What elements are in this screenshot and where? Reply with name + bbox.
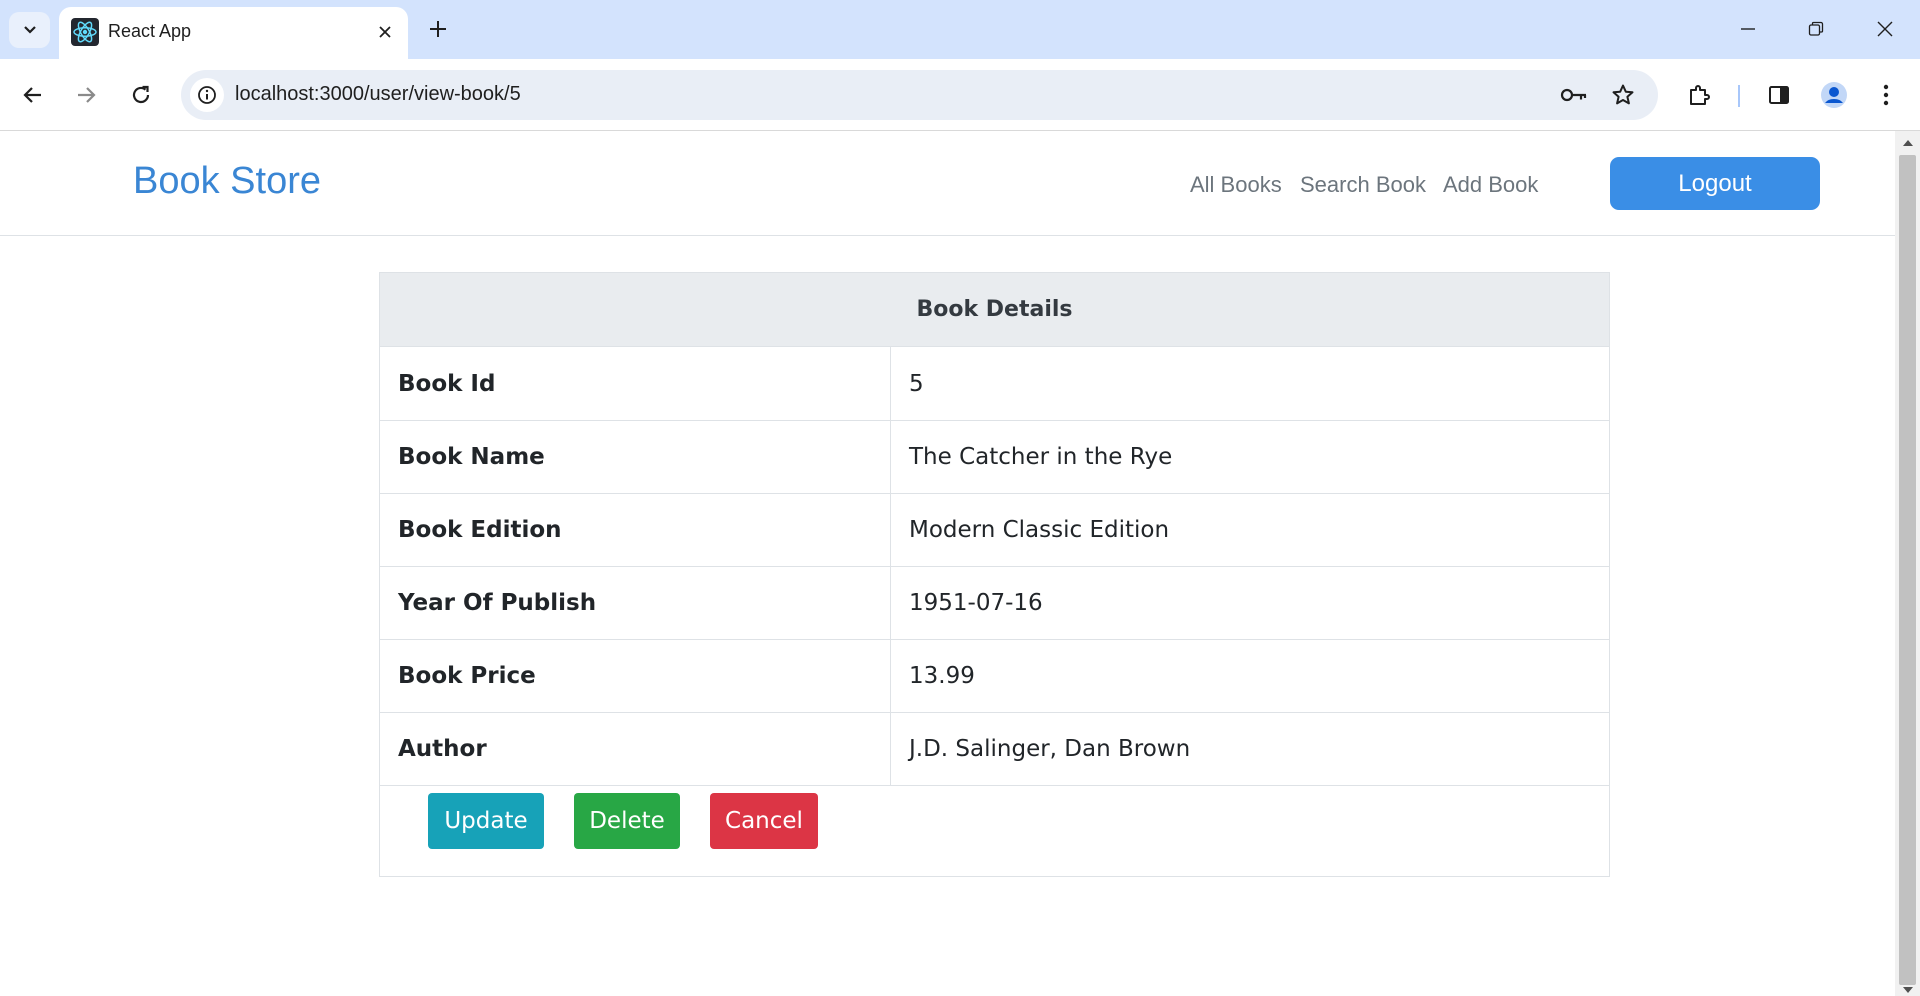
window-close-button[interactable] — [1857, 6, 1913, 52]
detail-label: Author — [380, 712, 891, 785]
detail-row: Book Edition Modern Classic Edition — [380, 493, 1609, 567]
extensions-button[interactable] — [1679, 75, 1719, 115]
update-button[interactable]: Update — [428, 793, 544, 849]
card-header: Book Details — [380, 273, 1609, 347]
minimize-icon — [1741, 28, 1755, 30]
restore-icon — [1808, 21, 1824, 36]
back-button[interactable] — [13, 75, 53, 115]
scroll-down-button[interactable] — [1895, 984, 1920, 996]
detail-label: Book Id — [380, 347, 891, 420]
forward-button[interactable] — [66, 75, 106, 115]
tab-list-button[interactable] — [9, 12, 50, 48]
profile-icon — [1821, 82, 1847, 108]
detail-value: Modern Classic Edition — [909, 516, 1170, 543]
detail-label: Book Price — [380, 639, 891, 712]
star-icon — [1612, 84, 1634, 105]
scroll-up-arrow-icon — [1902, 140, 1913, 146]
new-tab-button[interactable] — [422, 13, 454, 45]
page-viewport: Book Store All Books Search Book Add Boo… — [0, 131, 1895, 996]
brand-link[interactable]: Book Store — [133, 160, 321, 203]
cancel-button[interactable]: Cancel — [710, 793, 818, 849]
detail-row: Book Name The Catcher in the Rye — [380, 420, 1609, 494]
profile-button[interactable] — [1814, 75, 1854, 115]
nav-link-search-book[interactable]: Search Book — [1300, 172, 1426, 198]
window-close-icon — [1877, 21, 1893, 37]
reload-button[interactable] — [121, 75, 161, 115]
forward-arrow-icon — [78, 87, 96, 103]
detail-row: Book Id 5 — [380, 347, 1609, 421]
detail-label: Book Name — [380, 420, 891, 493]
extensions-icon — [1690, 85, 1710, 105]
scroll-down-arrow-icon — [1902, 987, 1913, 993]
bookmark-star-button[interactable] — [1608, 80, 1638, 110]
site-info-button[interactable] — [190, 78, 224, 112]
tab-title: React App — [108, 21, 192, 41]
address-bar[interactable]: localhost:3000/user/view-book/5 — [181, 70, 1658, 120]
restore-button[interactable] — [1788, 6, 1844, 52]
browser-toolbar: localhost:3000/user/view-book/5 — [0, 59, 1920, 131]
detail-row: Author J.D. Salinger, Dan Brown — [380, 712, 1609, 786]
detail-row: Book Price 13.99 — [380, 639, 1609, 713]
url-text[interactable]: localhost:3000/user/view-book/5 — [235, 83, 521, 106]
browser-tab-strip: React App — [0, 0, 1920, 59]
detail-value: 1951-07-16 — [909, 589, 1043, 616]
delete-button[interactable]: Delete — [574, 793, 680, 849]
book-details-card: Book Details Book Id 5 Book Name The Cat… — [379, 272, 1610, 877]
key-icon — [1560, 88, 1587, 102]
detail-label: Year Of Publish — [380, 566, 891, 639]
scroll-up-button[interactable] — [1895, 133, 1920, 153]
side-panel-button[interactable] — [1759, 75, 1799, 115]
page-scrollbar[interactable] — [1895, 131, 1920, 996]
reload-icon — [132, 85, 150, 104]
toolbar-separator — [1738, 85, 1740, 107]
tab-list-icon — [23, 26, 36, 34]
browser-menu-button[interactable] — [1866, 75, 1906, 115]
nav-link-add-book[interactable]: Add Book — [1443, 172, 1538, 198]
back-arrow-icon — [23, 87, 41, 103]
tab-close-button[interactable] — [372, 19, 398, 45]
kebab-menu-icon — [1883, 84, 1889, 106]
scroll-thumb[interactable] — [1899, 155, 1916, 985]
minimize-button[interactable] — [1720, 6, 1776, 52]
close-icon — [379, 26, 391, 38]
detail-value: J.D. Salinger, Dan Brown — [909, 735, 1191, 762]
nav-link-all-books[interactable]: All Books — [1190, 172, 1282, 198]
logout-button[interactable]: Logout — [1610, 157, 1820, 210]
plus-icon — [430, 21, 446, 37]
app-navbar: Book Store All Books Search Book Add Boo… — [0, 131, 1895, 236]
password-key-button[interactable] — [1559, 80, 1589, 110]
react-logo-icon — [71, 18, 99, 46]
detail-value: The Catcher in the Rye — [909, 443, 1173, 470]
side-panel-icon — [1769, 86, 1789, 104]
detail-row: Year Of Publish 1951-07-16 — [380, 566, 1609, 640]
site-info-icon — [198, 86, 216, 104]
detail-label: Book Edition — [380, 493, 891, 566]
browser-tab[interactable]: React App — [59, 7, 408, 59]
detail-value: 13.99 — [909, 662, 975, 689]
detail-value: 5 — [909, 370, 924, 397]
